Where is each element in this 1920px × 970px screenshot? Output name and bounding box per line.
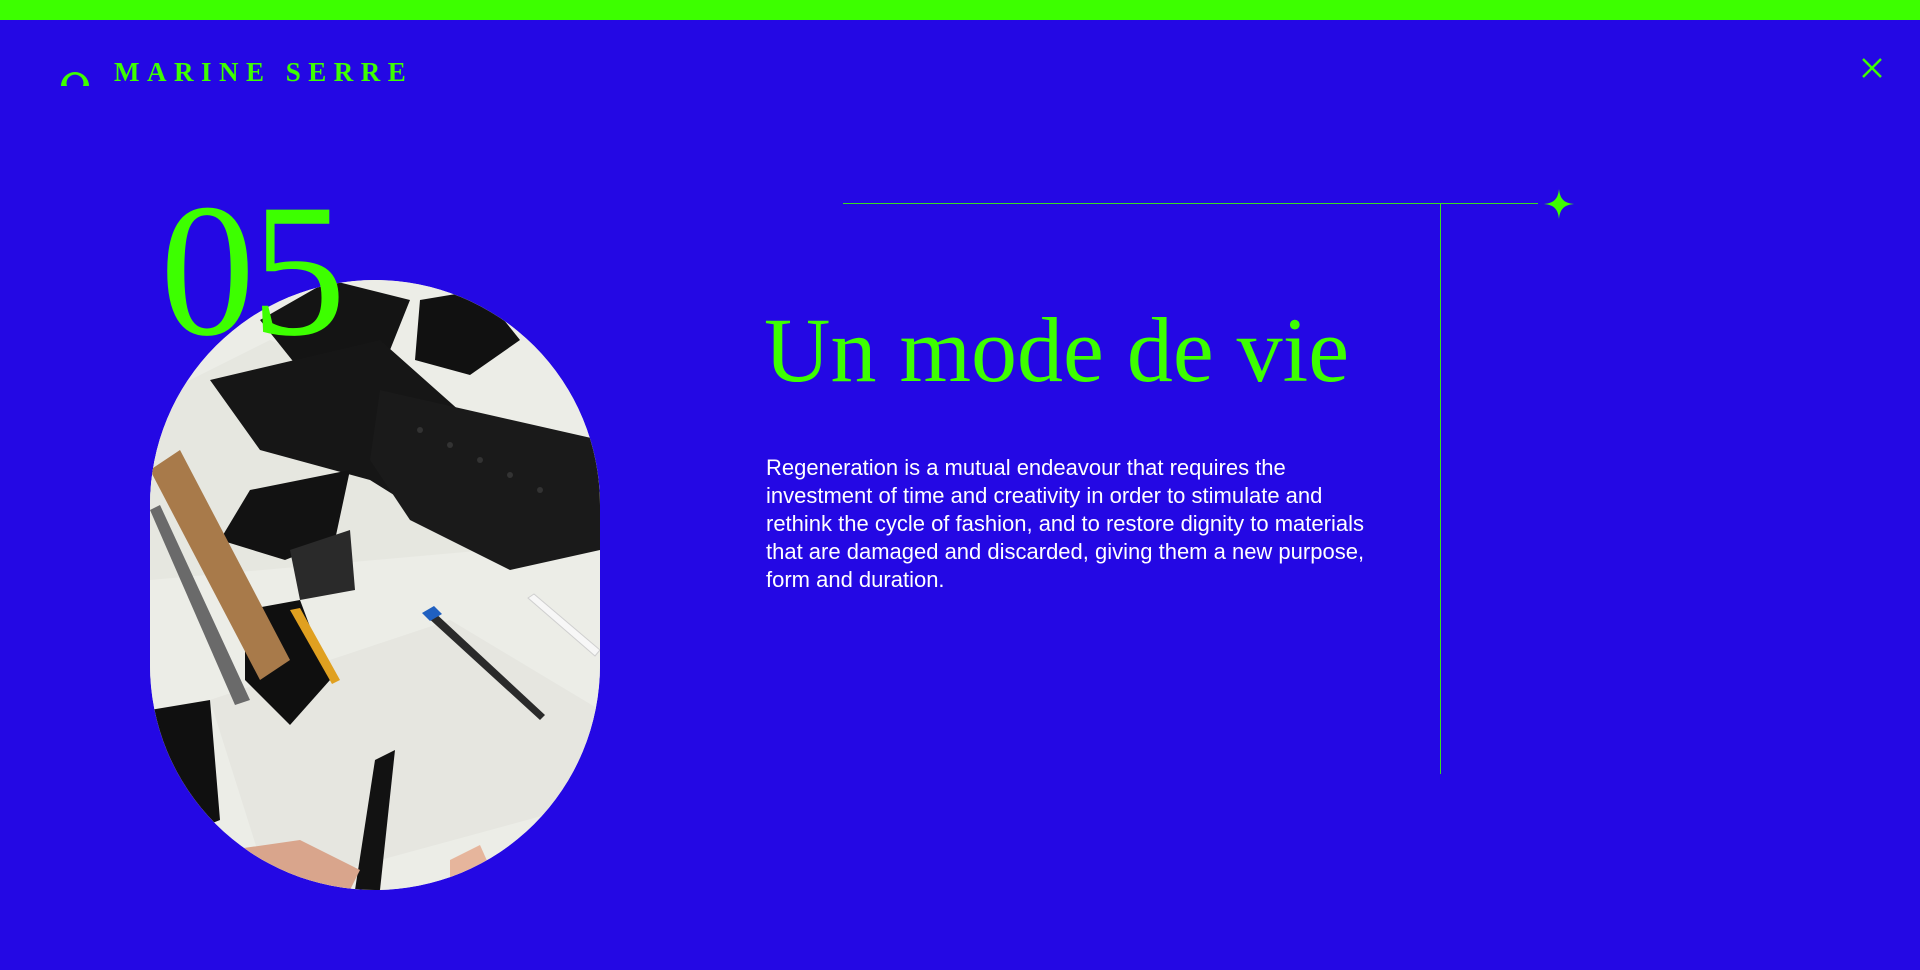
decorative-vertical-line: [1440, 204, 1441, 774]
decorative-horizontal-line: [843, 203, 1538, 204]
crescent-moon-icon: [58, 55, 92, 89]
brand-name: MARINE SERRE: [114, 56, 414, 87]
section-body-text: Regeneration is a mutual endeavour that …: [766, 455, 1365, 592]
close-icon: [1858, 54, 1886, 82]
sparkle-icon: [1544, 189, 1574, 219]
section-number: 05: [160, 166, 346, 376]
section-title: Un mode de vie: [764, 299, 1350, 401]
top-accent-bar: [0, 0, 1920, 20]
brand-logo-link[interactable]: MARINE SERRE: [58, 52, 413, 92]
close-button[interactable]: [1858, 54, 1886, 82]
